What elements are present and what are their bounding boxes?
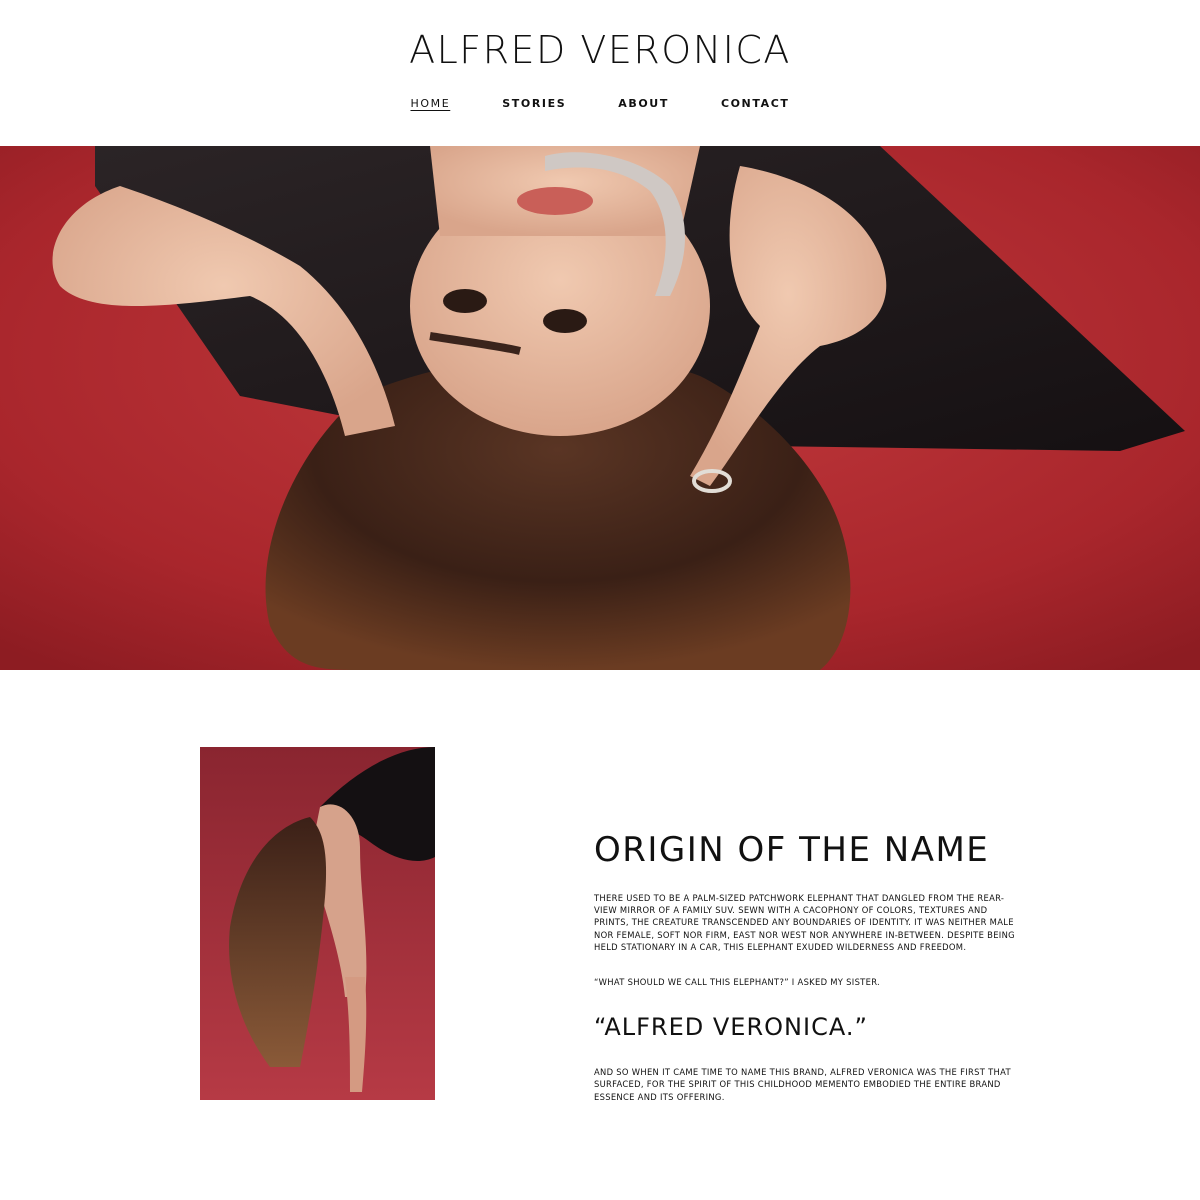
nav-home-link[interactable]: HOME xyxy=(384,96,476,112)
story-paragraph-3: And so when it came time to name this br… xyxy=(594,1067,1011,1102)
origin-story: ORIGIN OF THE NAME There used to be a pa… xyxy=(594,826,1034,1103)
portrait-photo xyxy=(200,747,435,1100)
hero-photo xyxy=(0,146,1200,670)
main-nav: HOME STORIES ABOUT CONTACT xyxy=(0,96,1200,112)
site-header: ALFRED VERONICA HOME STORIES ABOUT CONTA… xyxy=(0,0,1200,146)
story-paragraph-2: “What should we call this elephant?” I a… xyxy=(594,977,880,988)
nav-contact-link[interactable]: CONTACT xyxy=(695,96,816,112)
portrait-image xyxy=(200,747,435,1100)
section-title: ORIGIN OF THE NAME xyxy=(594,830,990,870)
hero-image xyxy=(0,146,1200,670)
name-quote: “ALFRED VERONICA.” xyxy=(594,1013,868,1042)
nav-about-link[interactable]: ABOUT xyxy=(592,96,695,112)
story-paragraph-1: There used to be a palm-sized patchwork … xyxy=(594,893,1015,952)
nav-stories-link[interactable]: STORIES xyxy=(476,96,592,112)
page: ALFRED VERONICA HOME STORIES ABOUT CONTA… xyxy=(0,0,1200,1200)
brand-logo[interactable]: ALFRED VERONICA xyxy=(0,28,1200,72)
